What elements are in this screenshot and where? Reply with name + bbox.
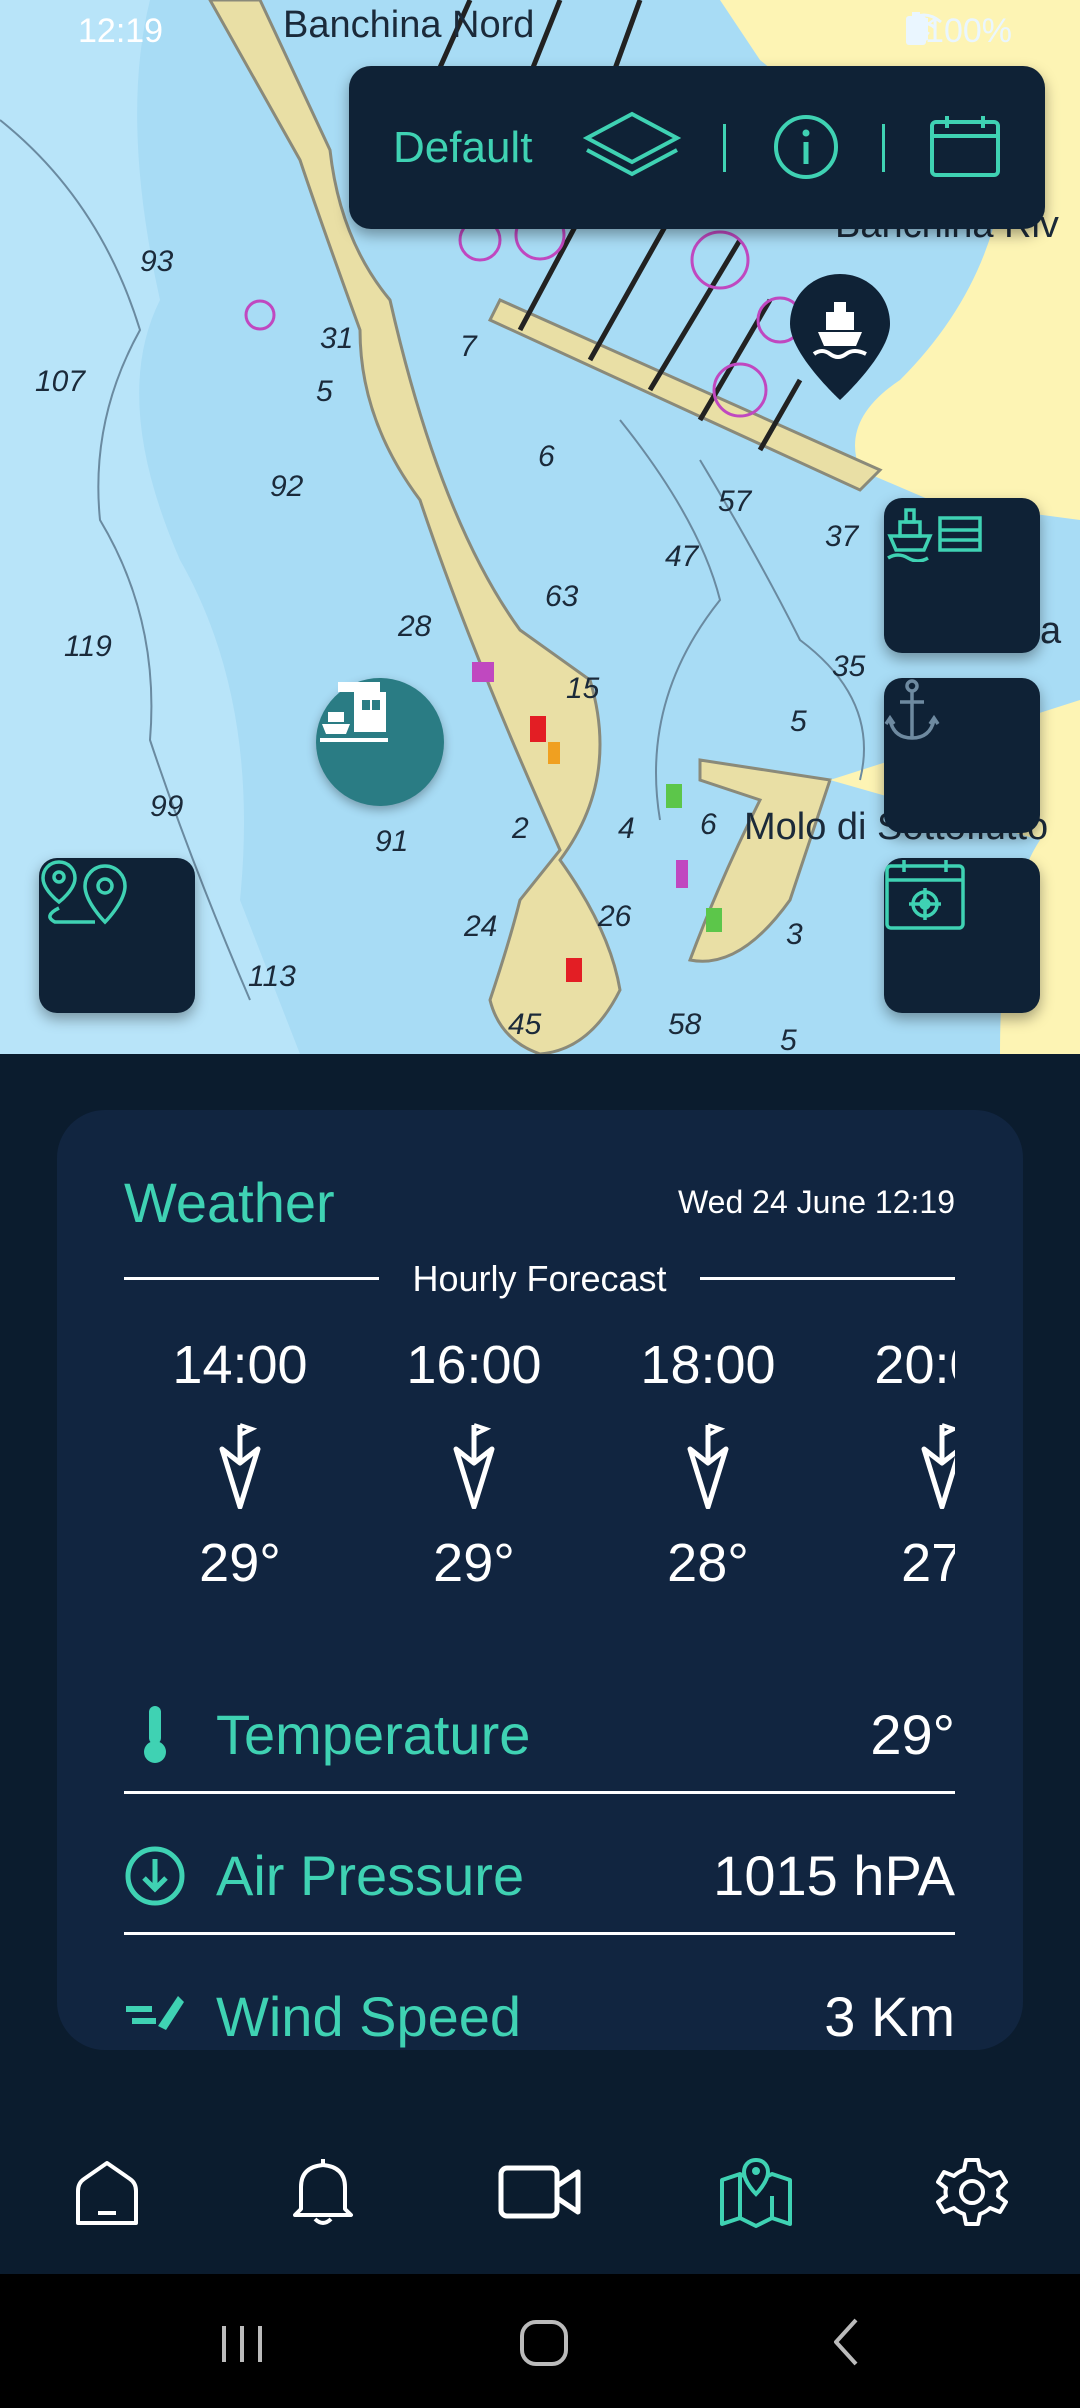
depth-sounding: 2 <box>512 812 529 845</box>
port-services-button[interactable] <box>884 498 1040 653</box>
toolbar-divider <box>882 124 885 172</box>
thermometer-icon <box>124 1704 186 1766</box>
map-toolbar: Default <box>349 66 1045 229</box>
metric-value: 3 Km <box>824 1985 955 2048</box>
forecast-temp: 28° <box>667 1533 749 1593</box>
nav-camera[interactable] <box>490 2144 590 2244</box>
depth-sounding: 37 <box>825 520 859 553</box>
nav-map[interactable] <box>706 2144 806 2244</box>
system-navigation-bar <box>0 2274 1080 2408</box>
depth-sounding: 113 <box>248 960 296 993</box>
depth-sounding: 58 <box>668 1008 702 1041</box>
status-indicators: 100% <box>905 12 1022 51</box>
layer-label[interactable]: Default <box>393 123 532 173</box>
forecast-time: 20:00 <box>874 1335 955 1395</box>
depth-sounding: 47 <box>665 540 699 573</box>
forecast-hour: 16:00 29° <box>374 1334 574 1594</box>
divider-line <box>700 1277 955 1280</box>
forecast-temp: 27° <box>901 1533 955 1593</box>
map-label-banchina-nord: Banchina Nord <box>283 4 535 46</box>
wind-arrow-icon <box>842 1404 955 1524</box>
camera-icon <box>498 2164 582 2225</box>
bell-icon <box>291 2157 355 2232</box>
depth-sounding: 92 <box>270 470 304 503</box>
toolbar-divider <box>723 124 726 172</box>
wind-arrow-icon <box>374 1404 574 1524</box>
metric-temperature: Temperature 29° <box>124 1674 955 1794</box>
forecast-hour: 18:00 28° <box>608 1334 808 1594</box>
depth-sounding: 91 <box>375 825 409 858</box>
depth-sounding: 6 <box>538 440 555 473</box>
depth-sounding: 45 <box>508 1008 542 1041</box>
metric-value: 29° <box>870 1703 955 1766</box>
depth-sounding: 57 <box>718 485 752 518</box>
depth-sounding: 24 <box>464 910 498 943</box>
divider-line <box>124 1932 955 1935</box>
weather-title: Weather <box>124 1171 335 1234</box>
status-bar: 12:19 100% <box>0 0 1080 64</box>
route-planner-button[interactable] <box>39 858 195 1013</box>
wind-speed-icon <box>124 1986 186 2048</box>
nautical-chart-map[interactable]: 12:19 100% Banchina Nord Banchina Riv Mo… <box>0 0 1080 1054</box>
metric-label: Temperature <box>216 1703 531 1766</box>
weather-card: Weather Wed 24 June 12:19 Hourly Forecas… <box>57 1110 1023 2050</box>
nav-home[interactable] <box>57 2144 157 2244</box>
weather-datetime: Wed 24 June 12:19 <box>678 1184 955 1220</box>
metric-label: Wind Speed <box>216 1985 522 2048</box>
hourly-forecast-header: Hourly Forecast <box>124 1258 955 1299</box>
forecast-temp: 29° <box>199 1533 281 1593</box>
map-label-edge: a <box>1040 610 1062 652</box>
depth-sounding: 31 <box>320 322 354 355</box>
forecast-time: 16:00 <box>406 1335 542 1395</box>
system-home-icon[interactable] <box>518 2312 570 2377</box>
depth-sounding: 35 <box>832 650 866 683</box>
anchor-button[interactable] <box>884 678 1040 833</box>
home-icon <box>72 2157 142 2232</box>
metric-air-pressure: Air Pressure 1015 hPA <box>124 1815 955 1935</box>
wind-arrow-icon <box>140 1404 340 1524</box>
depth-sounding: 5 <box>790 705 807 738</box>
nav-settings[interactable] <box>922 2144 1022 2244</box>
tide-calendar-button[interactable] <box>884 858 1040 1013</box>
map-icon <box>718 2156 794 2233</box>
metric-value: 1015 hPA <box>713 1844 955 1907</box>
depth-sounding: 63 <box>545 580 579 613</box>
depth-sounding: 26 <box>598 900 632 933</box>
marina-pin[interactable] <box>316 678 444 806</box>
bottom-navigation <box>0 2104 1080 2274</box>
depth-sounding: 5 <box>316 375 333 408</box>
depth-sounding: 99 <box>150 790 184 823</box>
depth-sounding: 3 <box>786 918 803 951</box>
depth-sounding: 7 <box>460 330 477 363</box>
forecast-time: 18:00 <box>640 1335 776 1395</box>
divider-line <box>124 1791 955 1794</box>
wind-arrow-icon <box>608 1404 808 1524</box>
forecast-temp: 29° <box>433 1533 515 1593</box>
pressure-icon <box>124 1845 186 1907</box>
nav-notifications[interactable] <box>273 2144 373 2244</box>
gear-icon <box>936 2156 1008 2233</box>
recent-apps-icon[interactable] <box>218 2312 266 2377</box>
depth-sounding: 107 <box>35 365 86 398</box>
depth-sounding: 6 <box>700 808 717 841</box>
depth-sounding: 119 <box>64 630 112 663</box>
forecast-hour: 14:00 29° <box>140 1334 340 1594</box>
metric-label: Air Pressure <box>216 1844 525 1907</box>
metric-wind-speed: Wind Speed 3 Km <box>124 1956 955 2050</box>
depth-sounding: 15 <box>566 672 600 705</box>
depth-sounding: 28 <box>398 610 432 643</box>
depth-sounding: 5 <box>780 1024 797 1054</box>
forecast-time: 14:00 <box>172 1335 308 1395</box>
depth-sounding: 4 <box>618 812 635 845</box>
back-icon[interactable] <box>826 2312 866 2377</box>
forecast-hour: 20:00 27° <box>842 1334 955 1594</box>
status-time: 12:19 <box>78 12 164 50</box>
depth-sounding: 93 <box>140 245 174 278</box>
